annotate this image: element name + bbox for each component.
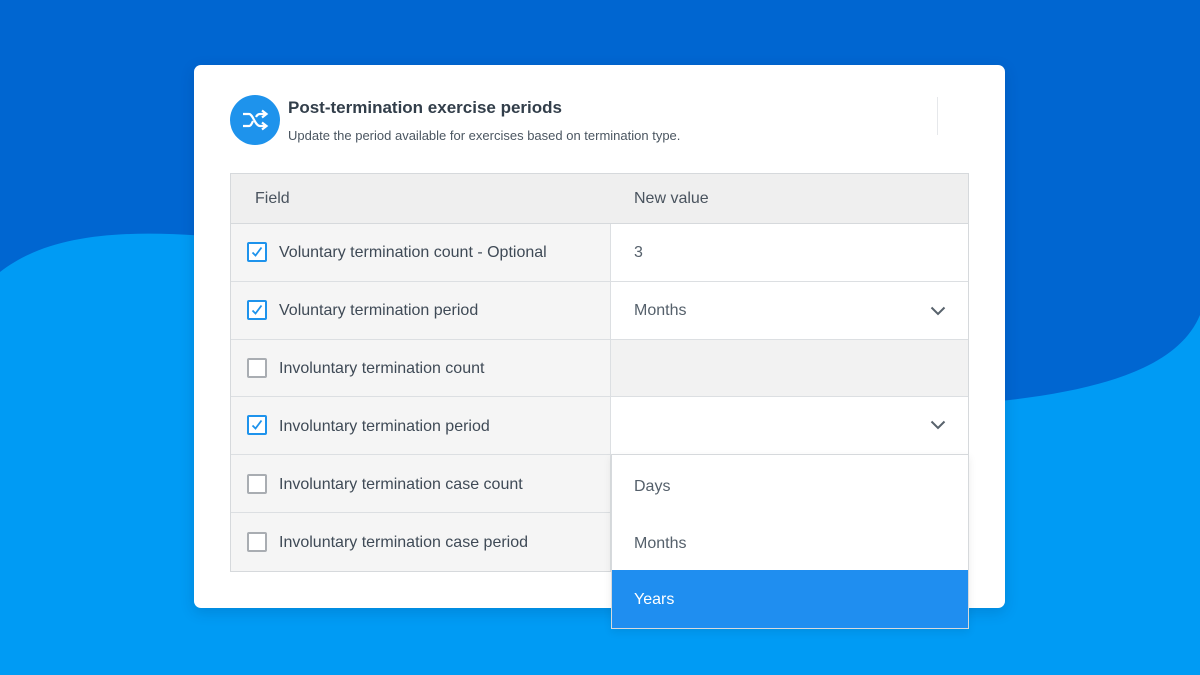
dropdown-option-days[interactable]: Days <box>612 455 968 513</box>
field-label: Involuntary termination case period <box>279 534 529 551</box>
column-header-new-value: New value <box>634 190 709 207</box>
shuffle-icon <box>230 95 280 145</box>
chevron-down-icon <box>930 306 946 316</box>
table-row: Voluntary termination count - Optional 3 <box>231 224 968 282</box>
checkbox-involuntary-termination-case-count[interactable] <box>247 474 267 494</box>
field-label: Voluntary termination period <box>279 302 479 319</box>
table-row: Involuntary termination count <box>231 340 968 397</box>
table-row: Involuntary termination period <box>231 397 968 455</box>
page-title: Post-termination exercise periods <box>288 98 562 117</box>
dropdown-option-years[interactable]: Years <box>612 570 968 628</box>
page-subtitle: Update the period available for exercise… <box>288 128 681 143</box>
field-label: Voluntary termination count - Optional <box>279 244 547 261</box>
field-cell: Involuntary termination count <box>231 340 611 396</box>
involuntary-termination-period-select[interactable] <box>611 397 968 454</box>
checkbox-voluntary-termination-period[interactable] <box>247 300 267 320</box>
checkbox-voluntary-termination-count[interactable] <box>247 242 267 262</box>
chevron-down-icon <box>930 420 946 430</box>
field-label: Involuntary termination count <box>279 360 485 377</box>
option-label: Days <box>634 478 671 495</box>
field-label: Involuntary termination period <box>279 418 490 435</box>
column-header-field: Field <box>255 190 290 207</box>
card-header: Post-termination exercise periods Update… <box>230 95 969 145</box>
header-divider <box>937 97 938 135</box>
voluntary-termination-count-input[interactable]: 3 <box>611 224 968 281</box>
field-label: Involuntary termination case count <box>279 476 523 493</box>
period-dropdown-menu: Days Months Years <box>611 454 969 629</box>
field-cell: Involuntary termination case count <box>231 455 611 512</box>
dropdown-option-months[interactable]: Months <box>612 513 968 570</box>
involuntary-termination-count-input <box>611 340 968 396</box>
voluntary-termination-period-select[interactable]: Months <box>611 282 968 339</box>
checkbox-involuntary-termination-case-period[interactable] <box>247 532 267 552</box>
field-cell: Involuntary termination case period <box>231 513 611 571</box>
select-value: Months <box>634 302 687 319</box>
option-label: Years <box>634 591 675 608</box>
field-cell: Voluntary termination count - Optional <box>231 224 611 281</box>
checkbox-involuntary-termination-period[interactable] <box>247 415 267 435</box>
field-cell: Voluntary termination period <box>231 282 611 339</box>
field-cell: Involuntary termination period <box>231 397 611 454</box>
input-value: 3 <box>634 244 643 261</box>
table-row: Voluntary termination period Months <box>231 282 968 340</box>
option-label: Months <box>634 535 687 552</box>
table-header: Field New value <box>231 174 968 224</box>
checkbox-involuntary-termination-count[interactable] <box>247 358 267 378</box>
